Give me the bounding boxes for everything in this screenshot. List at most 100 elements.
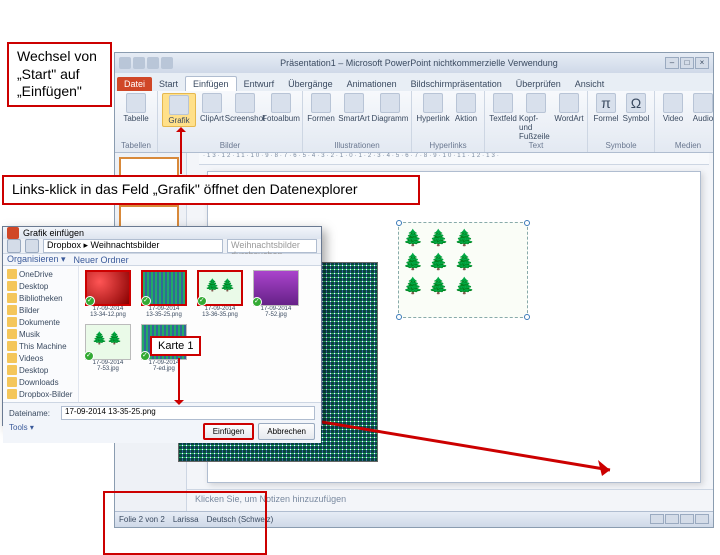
sidebar-item[interactable]: Musik bbox=[5, 328, 76, 340]
file-preview bbox=[197, 270, 243, 306]
sidebar-item[interactable]: Dokumente bbox=[5, 316, 76, 328]
tab-einfuegen[interactable]: Einfügen bbox=[185, 76, 237, 91]
resize-handle[interactable] bbox=[524, 220, 530, 226]
inserted-image-trees[interactable] bbox=[398, 222, 528, 318]
sidebar-item[interactable]: Bibliotheken bbox=[5, 292, 76, 304]
btn-audio[interactable]: Audio bbox=[689, 93, 717, 123]
sidebar-item[interactable]: Bilder bbox=[5, 304, 76, 316]
sidebar-item-label: Musik bbox=[19, 330, 40, 339]
new-folder-button[interactable]: Neuer Ordner bbox=[74, 255, 129, 265]
view-buttons[interactable] bbox=[649, 514, 709, 526]
folder-icon bbox=[7, 341, 17, 351]
group-label-text: Text bbox=[489, 141, 583, 150]
tab-ueberpruefen[interactable]: Überprüfen bbox=[509, 77, 568, 91]
tab-entwurf[interactable]: Entwurf bbox=[237, 77, 282, 91]
breadcrumb-path[interactable]: Dropbox ▸ Weihnachtsbilder bbox=[43, 239, 223, 253]
btn-formel[interactable]: πFormel bbox=[592, 93, 620, 123]
sidebar-item[interactable]: OneDrive bbox=[5, 268, 76, 280]
resize-handle[interactable] bbox=[396, 314, 402, 320]
status-slide: Folie 2 von 2 bbox=[119, 515, 165, 524]
check-icon bbox=[197, 296, 207, 306]
search-input[interactable]: Weihnachtsbilder durchsuchen bbox=[227, 239, 317, 253]
folder-icon bbox=[7, 281, 17, 291]
nav-forward-button[interactable] bbox=[25, 239, 39, 253]
sidebar-item[interactable]: Desktop bbox=[5, 280, 76, 292]
ribbon-tabs: Datei Start Einfügen Entwurf Übergänge A… bbox=[115, 73, 713, 91]
tab-bildschirmpraesentation[interactable]: Bildschirmpräsentation bbox=[404, 77, 509, 91]
tab-datei[interactable]: Datei bbox=[117, 77, 152, 91]
file-preview bbox=[85, 324, 131, 360]
dialog-toolbar: Organisieren ▾ Neuer Ordner bbox=[3, 254, 321, 266]
sidebar-item[interactable]: Desktop bbox=[5, 364, 76, 376]
tab-ansicht[interactable]: Ansicht bbox=[568, 77, 612, 91]
smartart-icon bbox=[344, 93, 364, 113]
file-sub: 7-ed.jpg bbox=[153, 366, 175, 372]
file-thumbnail[interactable]: 17-09-201413-34-12.png bbox=[83, 270, 133, 318]
check-icon bbox=[85, 296, 95, 306]
organize-menu[interactable]: Organisieren ▾ bbox=[7, 254, 66, 265]
close-button[interactable]: × bbox=[695, 57, 709, 69]
group-label-illustrationen: Illustrationen bbox=[307, 141, 407, 150]
btn-formen[interactable]: Formen bbox=[307, 93, 335, 123]
file-sub: 13-34-12.png bbox=[90, 312, 126, 318]
btn-screenshot[interactable]: Screenshot bbox=[228, 93, 262, 127]
resize-handle[interactable] bbox=[396, 220, 402, 226]
file-thumbnail[interactable]: 17-09-20147-53.jpg bbox=[83, 324, 133, 372]
filename-field[interactable]: 17-09-2014 13-35-25.png bbox=[61, 406, 315, 420]
resize-handle[interactable] bbox=[524, 314, 530, 320]
hyperlink-icon bbox=[423, 93, 443, 113]
notes-placeholder[interactable]: Klicken Sie, um Notizen hinzuzufügen bbox=[187, 489, 713, 511]
btn-video[interactable]: Video bbox=[659, 93, 687, 123]
label-formen: Formen bbox=[307, 114, 335, 123]
sidebar-item-label: Dropbox-Bilder bbox=[19, 390, 72, 399]
file-thumbnail[interactable]: 17-09-201413-36-35.png bbox=[195, 270, 245, 318]
file-thumbnail[interactable]: 17-09-20147-52.jpg bbox=[251, 270, 301, 318]
sidebar-item[interactable]: Downloads bbox=[5, 376, 76, 388]
label-hyperlink: Hyperlink bbox=[416, 114, 449, 123]
btn-hyperlink[interactable]: Hyperlink bbox=[416, 93, 450, 123]
dialog-titlebar: Grafik einfügen bbox=[3, 227, 321, 239]
label-diagramm: Diagramm bbox=[372, 114, 409, 123]
ribbon-group-medien: Video Audio Medien bbox=[655, 91, 720, 152]
btn-aktion[interactable]: Aktion bbox=[452, 93, 480, 123]
insert-button[interactable]: Einfügen bbox=[203, 423, 255, 440]
quick-access-toolbar[interactable] bbox=[119, 57, 173, 69]
table-icon bbox=[126, 93, 146, 113]
label-symbol: Symbol bbox=[623, 114, 650, 123]
undo-icon[interactable] bbox=[147, 57, 159, 69]
arrow-to-grafik bbox=[180, 130, 182, 174]
check-icon bbox=[140, 351, 150, 361]
sidebar-item[interactable]: Dropbox-Bilder bbox=[5, 388, 76, 400]
tab-animationen[interactable]: Animationen bbox=[340, 77, 404, 91]
minimize-button[interactable]: – bbox=[665, 57, 679, 69]
redo-icon[interactable] bbox=[161, 57, 173, 69]
tab-uebergaenge[interactable]: Übergänge bbox=[281, 77, 340, 91]
sidebar-item-label: Dokumente bbox=[19, 318, 60, 327]
check-icon bbox=[84, 351, 94, 361]
tools-menu[interactable]: Tools ▾ bbox=[9, 423, 34, 440]
save-icon[interactable] bbox=[133, 57, 145, 69]
btn-smartart[interactable]: SmartArt bbox=[337, 93, 371, 123]
maximize-button[interactable]: □ bbox=[680, 57, 694, 69]
label-fotoalbum: Fotoalbum bbox=[262, 114, 300, 123]
btn-symbol[interactable]: ΩSymbol bbox=[622, 93, 650, 123]
horizontal-ruler: ·13·12·11·10·9·8·7·6·5·4·3·2·1·0·1·2·3·4… bbox=[199, 153, 709, 165]
sidebar-item[interactable]: This Machine bbox=[5, 340, 76, 352]
cancel-button[interactable]: Abbrechen bbox=[258, 423, 315, 440]
nav-back-button[interactable] bbox=[7, 239, 21, 253]
sidebar-item[interactable]: Videos bbox=[5, 352, 76, 364]
btn-diagramm[interactable]: Diagramm bbox=[373, 93, 407, 123]
sidebar-item-label: Desktop bbox=[19, 366, 48, 375]
ribbon-group-tabellen: Tabelle Tabellen bbox=[115, 91, 158, 152]
btn-kopfzeile[interactable]: Kopf- und Fußzeile bbox=[519, 93, 553, 141]
btn-clipart[interactable]: ClipArt bbox=[198, 93, 226, 127]
label-textfeld: Textfeld bbox=[489, 114, 517, 123]
btn-wordart[interactable]: WordArt bbox=[555, 93, 583, 141]
tab-start[interactable]: Start bbox=[152, 77, 185, 91]
ribbon-group-hyperlinks: Hyperlink Aktion Hyperlinks bbox=[412, 91, 485, 152]
btn-fotoalbum[interactable]: Fotoalbum bbox=[264, 93, 298, 127]
dialog-bottom: Dateiname: 17-09-2014 13-35-25.png Tools… bbox=[3, 402, 321, 443]
btn-tabelle[interactable]: Tabelle bbox=[119, 93, 153, 123]
file-thumbnail[interactable]: 17-09-201413-35-25.png bbox=[139, 270, 189, 318]
btn-textfeld[interactable]: Textfeld bbox=[489, 93, 517, 141]
